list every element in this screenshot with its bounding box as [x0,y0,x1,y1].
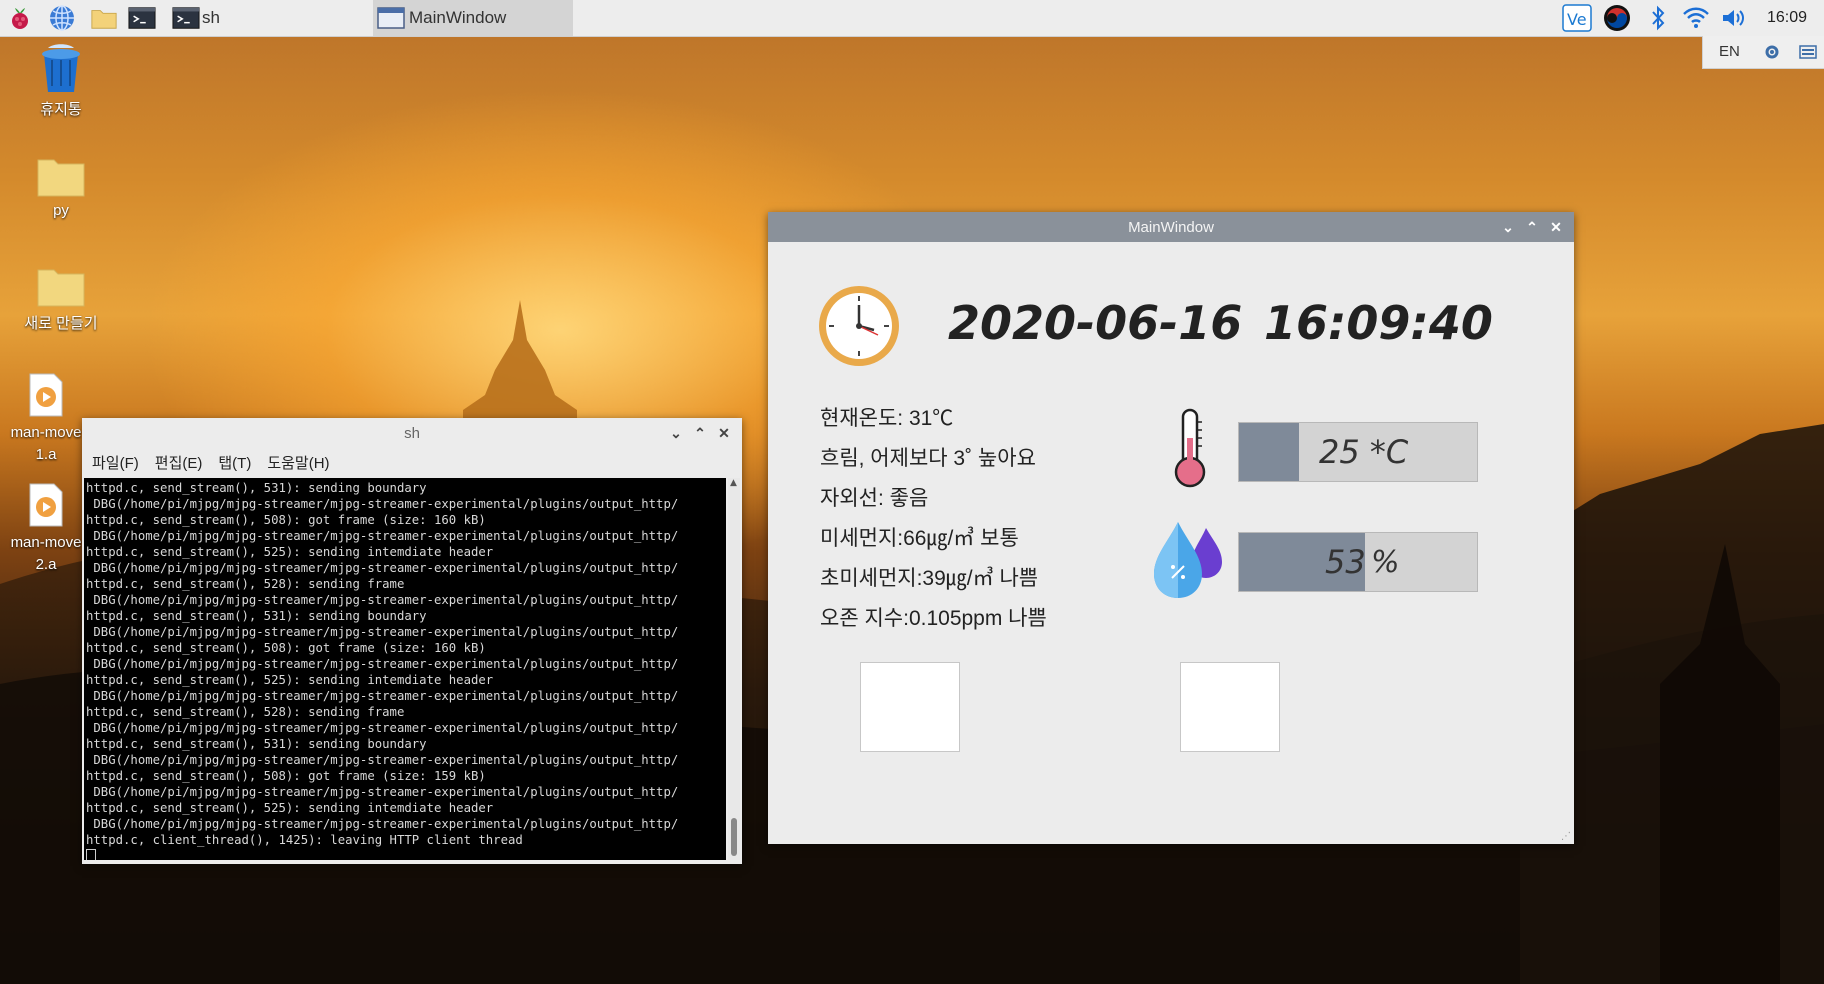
close-button[interactable]: ✕ [1546,217,1566,237]
taskbar: sh MainWindow Ve 16:09 [0,0,1824,37]
desktop-icon-new[interactable]: 새로 만들기 [6,266,116,333]
terminal-launcher-button[interactable] [128,3,156,33]
korean-input-icon [1604,5,1630,31]
temperature-gauge-value: 25 *C [1319,433,1409,471]
humidity-gauge-unit: % [1371,544,1400,580]
scroll-up-arrow-icon[interactable]: ▲ [730,478,737,488]
weather-summary-text: 흐림, 어제보다 3˚ 높아요 [820,447,1036,470]
input-method-tray-button[interactable] [1600,4,1634,32]
scrollbar-thumb[interactable] [731,818,737,856]
media-file-icon [28,482,64,528]
terminal-titlebar[interactable]: sh ⌄ ⌃ ✕ [82,418,742,448]
file-manager-button[interactable] [90,3,118,33]
raspberry-icon [6,4,34,32]
media-file-icon [28,372,64,418]
temperature-gauge: 25 *C [1238,422,1478,482]
main-window: MainWindow ⌄ ⌃ ✕ 2020-06-16 16:09:40 현재온… [768,212,1574,844]
desktop-icon-label: py [53,202,69,219]
terminal-menubar: 파일(F) 편집(E) 탭(T) 도움말(H) [82,448,742,476]
folder-icon [36,156,86,198]
terminal-output[interactable]: httpd.c, send_stream(), 531): sending bo… [84,478,726,860]
vnc-tray-button[interactable]: Ve [1560,4,1594,32]
clock-text: 16:09 [1766,9,1808,26]
image-placeholder-left [860,662,960,752]
current-temperature-text: 현재온도: 31℃ [820,407,954,430]
trash-icon [38,44,84,94]
wifi-tray-button[interactable] [1680,4,1712,32]
desktop-icon-man-move1[interactable]: man-move1.a [6,372,86,466]
menu-edit[interactable]: 편집(E) [155,452,203,473]
terminal-text: httpd.c, send_stream(), 531): sending bo… [84,478,726,860]
minimize-button[interactable]: ⌄ [666,423,686,443]
task-mainwindow[interactable]: MainWindow [373,0,573,36]
desktop-icon-label: man-move2.a [10,534,82,573]
terminal-icon [172,4,200,32]
close-button[interactable]: ✕ [714,423,734,443]
folder-icon [36,266,86,308]
terminal-icon [128,4,156,32]
task-mainwindow-label: MainWindow [409,8,507,27]
raspberry-menu-button[interactable] [6,3,34,33]
web-browser-button[interactable] [48,3,76,33]
fine-dust-text: 미세먼지:66㎍/㎥ 보통 [820,527,1019,550]
volume-tray-button[interactable] [1718,4,1750,32]
terminal-window: sh ⌄ ⌃ ✕ 파일(F) 편집(E) 탭(T) 도움말(H) httpd.c… [82,418,742,864]
language-indicator[interactable]: EN [1719,43,1740,60]
menu-help[interactable]: 도움말(H) [267,452,329,473]
input-method-subtray: EN [1702,36,1824,69]
minimize-button[interactable]: ⌄ [1498,217,1518,237]
taskbar-clock[interactable]: 16:09 [1756,4,1818,32]
image-placeholder-right [1180,662,1280,752]
folder-icon [90,4,118,32]
terminal-cursor [86,848,96,860]
menu-tab[interactable]: 탭(T) [218,452,251,473]
desktop-icon-man-move2[interactable]: man-move2.a [6,482,86,576]
desktop-icon-label: man-move1.a [10,424,82,463]
temple-silhouette [463,300,577,430]
keyboard-icon[interactable] [1799,43,1817,61]
thermometer-icon [1174,408,1206,488]
desktop-icon-label: 새로 만들기 [24,315,98,332]
main-window-title: MainWindow [1128,218,1214,236]
humidity-drops-icon [1154,522,1222,598]
maximize-button[interactable]: ⌃ [1522,217,1542,237]
volume-icon [1723,10,1744,26]
terminal-scrollbar[interactable]: ▲ [728,478,740,860]
bluetooth-tray-button[interactable] [1644,4,1672,32]
resize-grip-icon[interactable]: ⋰ [1561,831,1571,842]
bluetooth-icon [1652,5,1665,31]
maximize-button[interactable]: ⌃ [690,423,710,443]
humidity-gauge: 53 % [1238,532,1478,592]
vnc-icon: Ve [1562,4,1592,32]
uv-index-text: 자외선: 좋음 [820,487,929,510]
clock-icon [819,286,899,366]
desktop-icon-trash[interactable]: 휴지통 [6,44,116,119]
terminal-title: sh [404,424,420,442]
desktop-icon-label: 휴지통 [40,101,82,118]
task-sh[interactable]: sh [172,0,367,36]
humidity-gauge-value: 53 [1325,543,1366,581]
window-icon [377,4,405,32]
globe-icon [48,4,76,32]
wifi-icon [1683,7,1709,28]
task-sh-label: sh [202,8,220,27]
date-display: 2020-06-16 [948,296,1243,350]
temperature-gauge-fill [1239,423,1299,481]
settings-icon[interactable] [1763,43,1781,61]
main-window-titlebar[interactable]: MainWindow ⌄ ⌃ ✕ [768,212,1574,242]
time-display: 16:09:40 [1264,296,1493,350]
ozone-index-text: 오존 지수:0.105ppm 나쁨 [820,607,1047,630]
menu-file[interactable]: 파일(F) [92,452,139,473]
desktop-icon-py[interactable]: py [6,156,116,219]
svg-text:Ve: Ve [1567,10,1587,29]
ultrafine-dust-text: 초미세먼지:39㎍/㎥ 나쁨 [820,567,1039,590]
